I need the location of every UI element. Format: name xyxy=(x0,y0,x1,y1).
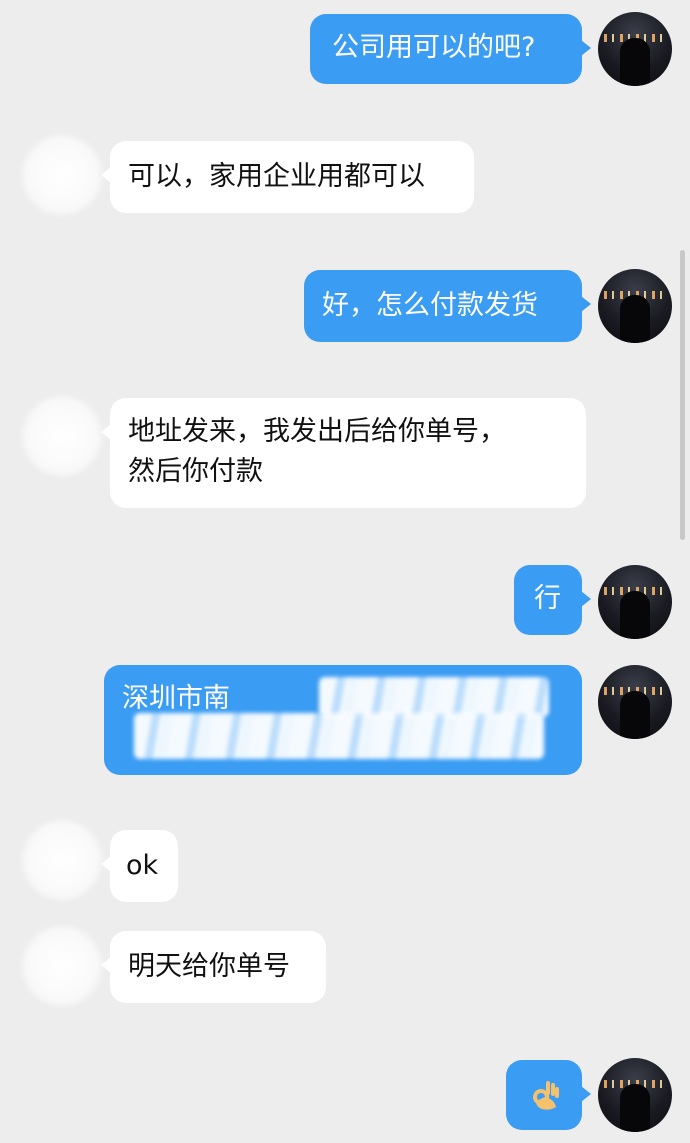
message-text: ok xyxy=(126,850,159,881)
contact-avatar-blurred[interactable] xyxy=(22,820,102,900)
message-bubble-outgoing[interactable]: 好，怎么付款发货 xyxy=(304,270,591,342)
ok-hand-icon xyxy=(533,1081,559,1110)
message-text: 可以，家用企业用都可以 xyxy=(128,161,425,192)
contact-avatar-blurred[interactable] xyxy=(22,926,102,1006)
scrollbar[interactable] xyxy=(680,250,685,540)
message-text: 行 xyxy=(534,583,561,614)
message-bubble-incoming[interactable]: ok xyxy=(101,830,178,902)
my-avatar[interactable] xyxy=(598,1058,672,1132)
message-bubble-incoming[interactable]: 可以，家用企业用都可以 xyxy=(101,141,474,213)
message-bubble-outgoing[interactable]: 行 xyxy=(514,565,591,635)
my-avatar[interactable] xyxy=(598,665,672,739)
message-bubble-outgoing[interactable]: 公司用可以的吧? xyxy=(310,14,591,84)
message-text-line: 地址发来，我发出后给你单号， xyxy=(128,416,506,447)
redaction-mask xyxy=(134,713,544,759)
message-bubble-incoming[interactable]: 地址发来，我发出后给你单号， 然后你付款 xyxy=(101,398,586,508)
my-avatar[interactable] xyxy=(598,12,672,86)
message-bubble-incoming[interactable]: 明天给你单号 xyxy=(101,931,326,1003)
message-text-line: 然后你付款 xyxy=(128,456,263,487)
message-text: 明天给你单号 xyxy=(128,951,290,982)
message-text: 深圳市南 xyxy=(122,683,230,714)
message-text: 公司用可以的吧? xyxy=(332,32,536,63)
chat-conversation: 公司用可以的吧? 可以，家用企业用都可以 好，怎么付款发货 地址发来，我发出后给… xyxy=(0,0,690,1143)
my-avatar[interactable] xyxy=(598,565,672,639)
redaction-mask xyxy=(319,677,549,717)
my-avatar[interactable] xyxy=(598,269,672,343)
contact-avatar-blurred[interactable] xyxy=(22,396,102,476)
message-text: 好，怎么付款发货 xyxy=(322,290,538,321)
message-bubble-outgoing[interactable]: 深圳市南 xyxy=(104,665,582,775)
contact-avatar-blurred[interactable] xyxy=(22,135,102,215)
